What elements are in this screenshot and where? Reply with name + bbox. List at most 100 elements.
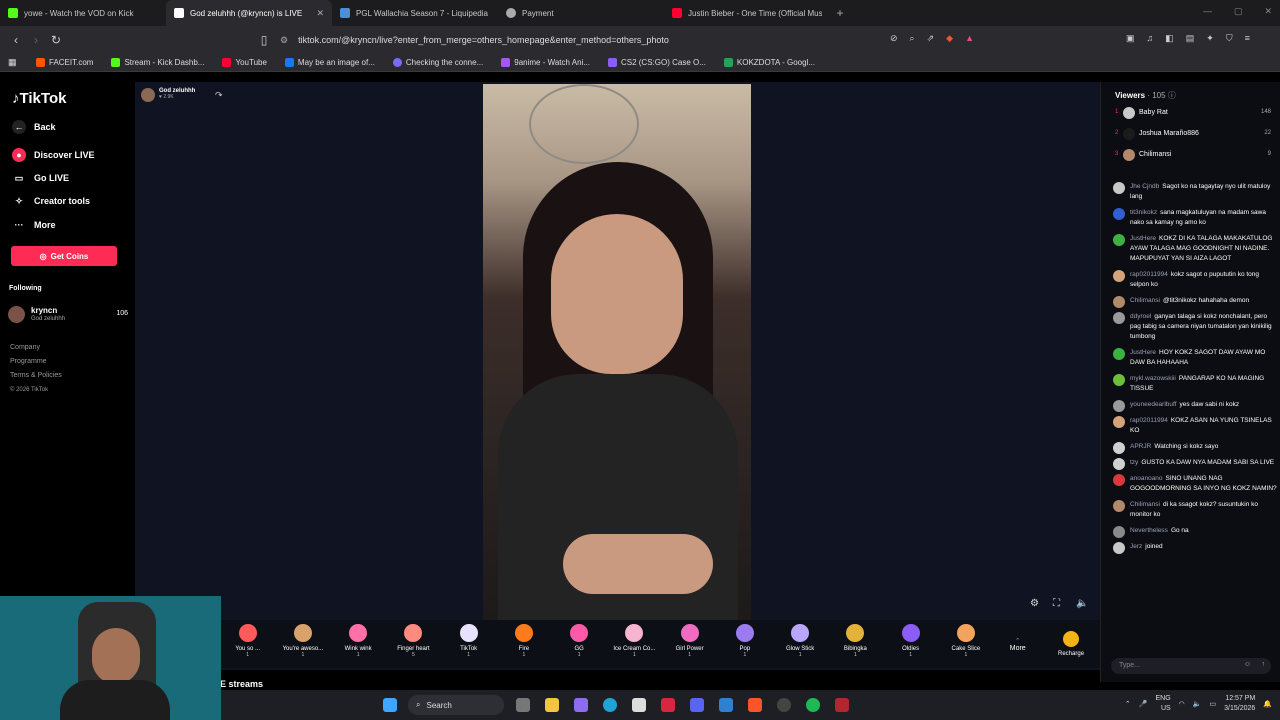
back-icon[interactable]: ‹: [6, 33, 26, 47]
maximize-icon[interactable]: ▢: [1234, 6, 1243, 17]
gift-item[interactable]: Fire 1: [496, 620, 551, 668]
avatar: [1113, 542, 1125, 554]
brave-rewards-icon[interactable]: ▲: [965, 33, 974, 44]
bookmark-cs2[interactable]: CS2 (CS:GO) Case O...: [607, 58, 706, 67]
gift-item[interactable]: Bibingka 1: [828, 620, 883, 668]
zoom-icon[interactable]: ⌕: [910, 33, 915, 44]
top-viewer[interactable]: 1 Baby Rat 148: [1115, 106, 1271, 122]
nav-discover-live[interactable]: ● Discover LIVE: [12, 148, 95, 162]
tab-youtube[interactable]: Justin Bieber - One Time (Official Music…: [664, 0, 830, 26]
fullscreen-icon[interactable]: ⛶: [1053, 598, 1060, 609]
gift-item[interactable]: Ice Cream Co... 1: [607, 620, 662, 668]
chevron-up-icon[interactable]: ⌃: [1125, 700, 1131, 708]
battery-icon[interactable]: ▭: [1210, 700, 1217, 708]
bookmark-icon[interactable]: ▯: [254, 33, 274, 47]
brave-button[interactable]: [740, 690, 769, 720]
bookmark-youtube[interactable]: YouTube: [222, 58, 267, 67]
chat-input[interactable]: Type... ☺ ↑: [1111, 658, 1271, 674]
vpn-icon[interactable]: ⛉: [1226, 33, 1233, 44]
gift-item[interactable]: Pop 1: [717, 620, 772, 668]
bookmark-9anime[interactable]: 9anime - Watch Ani...: [501, 58, 590, 67]
store-button[interactable]: [624, 690, 653, 720]
close-tab-icon[interactable]: ✕: [316, 8, 324, 19]
tab-liquipedia[interactable]: PGL Wallachia Season 7 - Liquipedia: [332, 0, 498, 26]
gift-item[interactable]: Wink wink 1: [331, 620, 386, 668]
file-explorer-button[interactable]: [537, 690, 566, 720]
site-info-icon[interactable]: ⚙: [280, 35, 288, 46]
live-video[interactable]: [483, 84, 751, 620]
share-icon[interactable]: ↷: [215, 90, 223, 101]
media-icon[interactable]: ♫: [1147, 33, 1154, 44]
start-button[interactable]: [375, 690, 404, 720]
programme-link[interactable]: Programme: [10, 355, 62, 369]
host-info[interactable]: God zeluhhh ♥ 2.9K: [141, 88, 195, 102]
following-item[interactable]: kryncn God zeluhhh 106: [8, 304, 128, 326]
notification-icon[interactable]: 🔔: [1263, 700, 1272, 708]
vscode-button[interactable]: [711, 690, 740, 720]
taskbar-search[interactable]: ⌕ Search: [408, 695, 504, 715]
gift-item[interactable]: You so ... 1: [220, 620, 275, 668]
viewers-header[interactable]: Viewers · 105 ⓘ: [1115, 90, 1176, 101]
task-view-button[interactable]: [508, 690, 537, 720]
translate-icon[interactable]: ⊘: [890, 33, 898, 44]
tab-tiktok-live[interactable]: God zeluhhh (@kryncn) is LIVE ✕: [166, 0, 332, 26]
obs-button[interactable]: [769, 690, 798, 720]
terms-link[interactable]: Terms & Policies: [10, 369, 62, 383]
gift-item[interactable]: Oldies 1: [883, 620, 938, 668]
adobe-button[interactable]: [653, 690, 682, 720]
nav-go-live[interactable]: ▭ Go LIVE: [12, 171, 69, 185]
sidebar-icon[interactable]: ◧: [1165, 33, 1174, 44]
wallet-icon[interactable]: ▤: [1186, 33, 1195, 44]
gift-item[interactable]: Cake Slice 1: [938, 620, 993, 668]
language-indicator[interactable]: ENG US: [1156, 694, 1171, 714]
tab-payment[interactable]: Payment: [498, 0, 664, 26]
menu-icon[interactable]: ≡: [1245, 33, 1250, 44]
close-window-icon[interactable]: ✕: [1264, 6, 1272, 17]
tab-kick-vod[interactable]: yowe - Watch the VOD on Kick: [0, 0, 166, 26]
gift-item[interactable]: Finger heart 5: [386, 620, 441, 668]
bookmark-faceit[interactable]: FACEIT.com: [36, 58, 93, 67]
back-link[interactable]: ← Back: [12, 120, 56, 134]
apps-icon[interactable]: ▦: [8, 57, 17, 68]
volume-icon[interactable]: 🔈: [1076, 598, 1088, 609]
gift-item[interactable]: Glow Stick 1: [773, 620, 828, 668]
edge-button[interactable]: [595, 690, 624, 720]
nav-creator-tools[interactable]: ✧ Creator tools: [12, 194, 90, 208]
bookmark-facebook[interactable]: May be an image of...: [284, 58, 375, 67]
mic-icon[interactable]: 🎤: [1139, 700, 1148, 708]
gift-item[interactable]: Girl Power 1: [662, 620, 717, 668]
spotify-button[interactable]: [798, 690, 827, 720]
bookmark-kick[interactable]: Stream - Kick Dashb...: [111, 58, 204, 67]
emoji-icon[interactable]: ☺: [1244, 661, 1251, 668]
leo-icon[interactable]: ✦: [1206, 33, 1214, 44]
settings-icon[interactable]: ⚙: [1030, 598, 1039, 609]
reload-icon[interactable]: ↻: [46, 33, 66, 47]
app-button[interactable]: [827, 690, 856, 720]
get-coins-button[interactable]: ◎ Get Coins: [11, 246, 117, 266]
bookmark-kokzdota[interactable]: KOKZDOTA - Googl...: [723, 58, 815, 67]
minimize-icon[interactable]: —: [1203, 6, 1212, 17]
share-icon[interactable]: ⇗: [927, 33, 935, 44]
gift-item[interactable]: TikTok 1: [441, 620, 496, 668]
send-icon[interactable]: ↑: [1262, 661, 1266, 668]
more-gifts-button[interactable]: ⌃ More: [994, 620, 1042, 668]
tiktok-logo[interactable]: ♪TikTok: [12, 90, 66, 107]
brave-shield-icon[interactable]: ◆: [946, 33, 953, 44]
copilot-button[interactable]: [566, 690, 595, 720]
reader-icon[interactable]: ▣: [1126, 33, 1135, 44]
recharge-button[interactable]: Recharge: [1042, 620, 1100, 668]
new-tab-button[interactable]: +: [830, 6, 850, 20]
top-viewer[interactable]: 3 Chilimansi 9: [1115, 148, 1271, 164]
gift-item[interactable]: GG 1: [552, 620, 607, 668]
ellipsis-icon: ···: [14, 220, 24, 230]
bookmark-connection[interactable]: Checking the conne...: [392, 58, 483, 67]
clock[interactable]: 12:57 PM 3/15/2026: [1224, 694, 1255, 714]
wifi-icon[interactable]: ◠: [1179, 700, 1185, 708]
discord-button[interactable]: [682, 690, 711, 720]
nav-more[interactable]: ··· More: [12, 218, 56, 232]
volume-icon[interactable]: 🔈: [1193, 700, 1202, 708]
forward-icon[interactable]: ›: [26, 33, 46, 47]
top-viewer[interactable]: 2 Joshua Maraño886 22: [1115, 127, 1271, 143]
company-link[interactable]: Company: [10, 341, 62, 355]
gift-item[interactable]: You're aweso... 1: [275, 620, 330, 668]
